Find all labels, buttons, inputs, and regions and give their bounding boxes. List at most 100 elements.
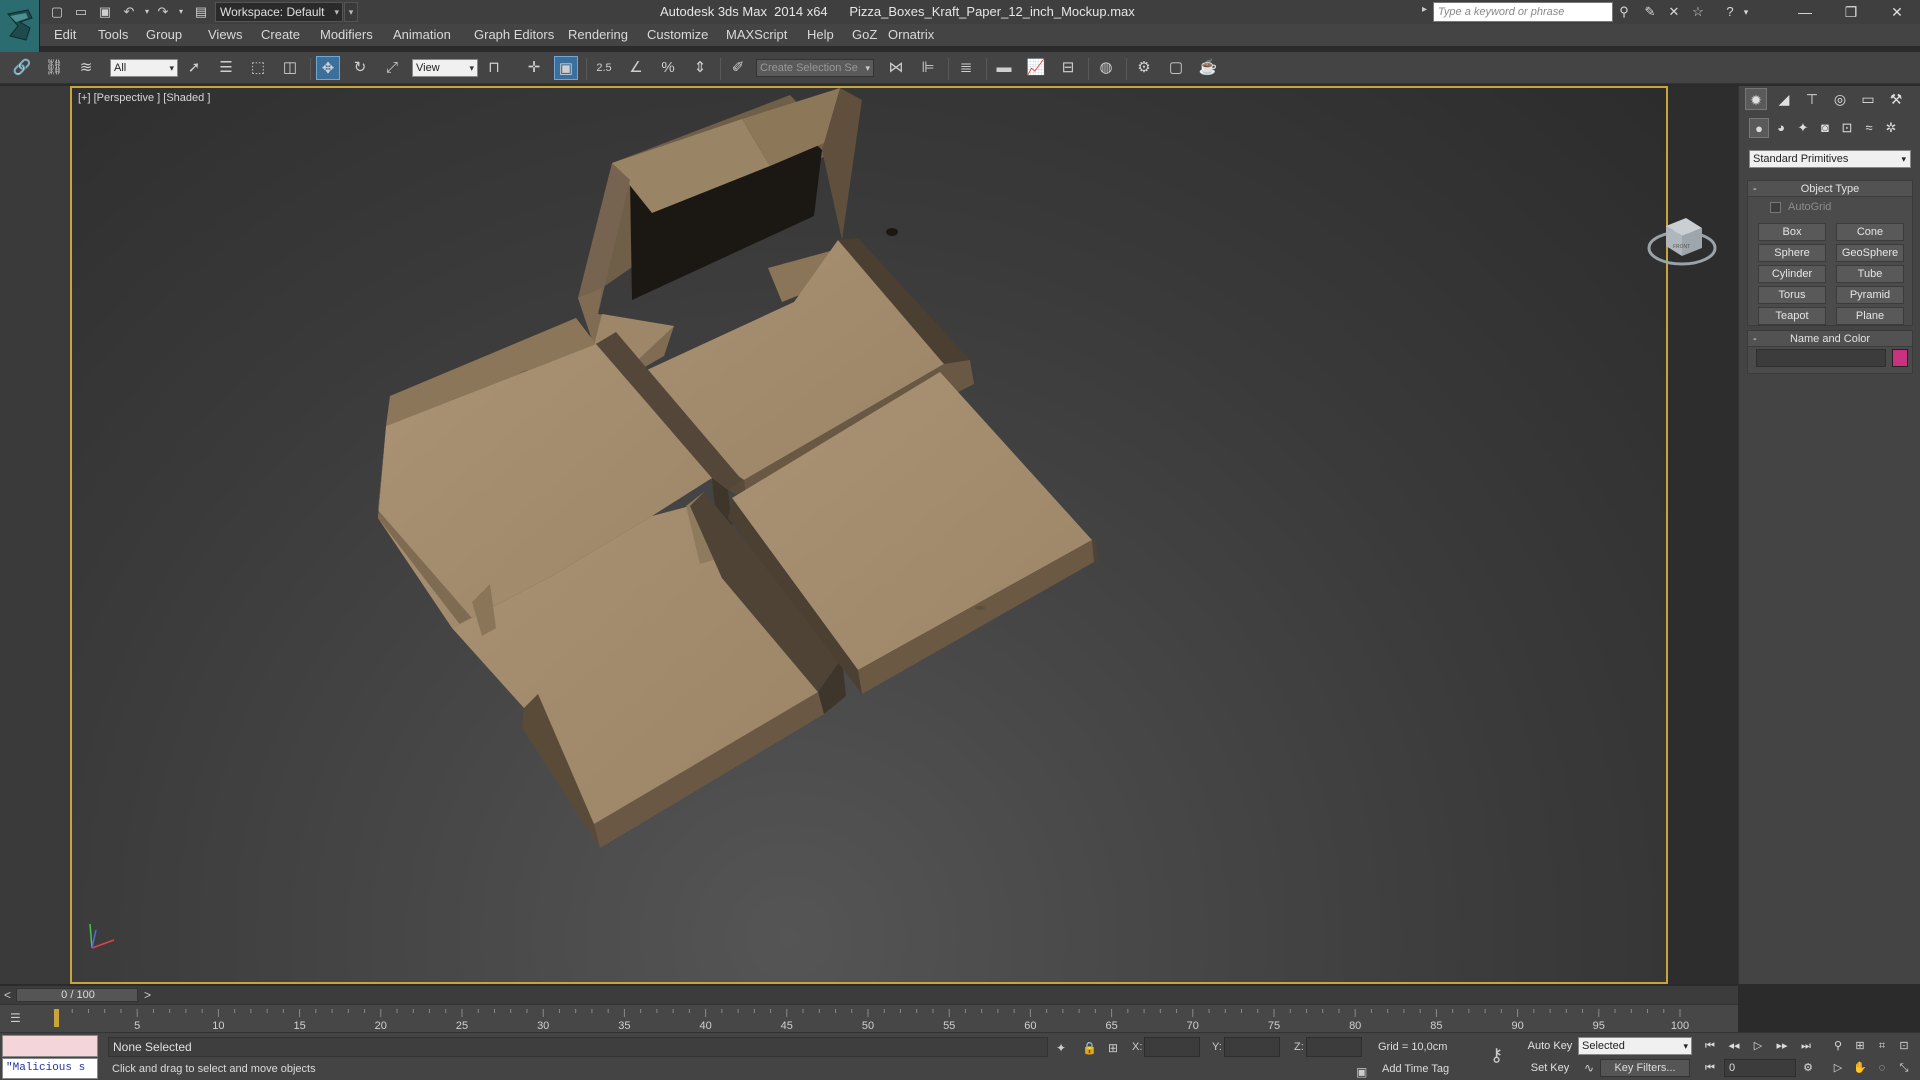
select-by-name-icon[interactable]: ☰ [214, 56, 238, 80]
display-tab-icon[interactable]: ▭ [1857, 88, 1879, 110]
undo-icon[interactable]: ↶ [120, 3, 138, 21]
zoom-extents-icon[interactable]: ⌗ [1872, 1037, 1892, 1055]
shapes-icon[interactable]: ◕ [1771, 118, 1791, 138]
select-manipulate-icon[interactable]: ✛ [522, 56, 546, 80]
y-coordinate-input[interactable] [1224, 1037, 1280, 1057]
render-setup-icon[interactable]: ⚙ [1132, 56, 1156, 80]
z-coordinate-input[interactable] [1306, 1037, 1362, 1057]
open-file-icon[interactable]: ▭ [72, 3, 90, 21]
graphite-toolkit-icon[interactable]: ▬ [992, 56, 1016, 80]
search-expand-icon[interactable]: ▸ [1422, 4, 1427, 15]
reference-coordinate-dropdown[interactable]: View ▾ [412, 59, 478, 77]
motion-tab-icon[interactable]: ◎ [1829, 88, 1851, 110]
key-filters-button[interactable]: Key Filters... [1600, 1059, 1690, 1077]
schematic-view-icon[interactable]: ⊟ [1056, 56, 1080, 80]
object-type-rollout-header[interactable]: - Object Type [1748, 181, 1912, 197]
hierarchy-tab-icon[interactable]: ⊤ [1801, 88, 1823, 110]
render-production-icon[interactable]: ☕ [1196, 56, 1220, 80]
spinner-snap-icon[interactable]: ⇕ [688, 56, 712, 80]
menu-ornatrix[interactable]: Ornatrix [888, 27, 934, 42]
menu-graph-editors[interactable]: Graph Editors [474, 27, 554, 42]
plane-button[interactable]: Plane [1836, 307, 1904, 325]
object-name-input[interactable] [1756, 349, 1886, 367]
perspective-viewport[interactable]: [+] [Perspective ] [Shaded ] [70, 86, 1668, 984]
select-and-link-icon[interactable]: 🔗 [10, 56, 34, 80]
select-and-scale-icon[interactable]: ⤢ [380, 56, 404, 80]
sphere-button[interactable]: Sphere [1758, 244, 1826, 262]
restore-button[interactable]: ❐ [1828, 0, 1874, 24]
unlink-selection-icon[interactable]: ⛓ [42, 56, 66, 80]
track-bar[interactable]: ☰ 5 10 15 20 25 30 35 40 45 50 55 60 65 70 75 80 85 90 95 1… [0, 1004, 1738, 1032]
adaptive-degradation-icon[interactable]: ▣ [1356, 1065, 1367, 1079]
create-tab-icon[interactable]: ✹ [1745, 88, 1767, 110]
lights-icon[interactable]: ✦ [1793, 118, 1813, 138]
modify-tab-icon[interactable]: ◢ [1773, 88, 1795, 110]
menu-group[interactable]: Group [146, 27, 182, 42]
primitive-category-dropdown[interactable]: Standard Primitives ▾ [1749, 150, 1911, 168]
menu-help[interactable]: Help [807, 27, 834, 42]
redo-icon[interactable]: ↷ [154, 3, 172, 21]
selection-lock-icon[interactable]: 🔒 [1082, 1041, 1097, 1055]
zoom-extents-all-icon[interactable]: ⊡ [1894, 1037, 1914, 1055]
bind-to-space-warp-icon[interactable]: ≋ [74, 56, 98, 80]
search-input[interactable]: Type a keyword or phrase [1433, 2, 1613, 22]
next-frame-icon[interactable]: ▸▸ [1772, 1037, 1792, 1055]
app-menu-button[interactable] [0, 0, 40, 52]
edit-named-selection-icon[interactable]: ✐ [726, 56, 750, 80]
go-to-end-icon[interactable]: ⏭ [1796, 1037, 1816, 1055]
go-to-start-icon[interactable]: ⏮ [1700, 1037, 1720, 1055]
absolute-mode-icon[interactable]: ⊞ [1108, 1041, 1118, 1055]
menu-goz[interactable]: GoZ [852, 27, 877, 42]
menu-tools[interactable]: Tools [98, 27, 128, 42]
quick-access-customize-button[interactable]: ▾ [344, 2, 358, 22]
maxscript-listener-input[interactable]: "Malicious s [2, 1058, 98, 1079]
menu-maxscript[interactable]: MAXScript [726, 27, 787, 42]
project-folder-icon[interactable]: ▤ [192, 3, 210, 21]
previous-frame-icon[interactable]: ◂◂ [1724, 1037, 1744, 1055]
zoom-icon[interactable]: ⚲ [1828, 1037, 1848, 1055]
teapot-button[interactable]: Teapot [1758, 307, 1826, 325]
workspace-dropdown[interactable]: Workspace: Default ▾ [215, 2, 343, 22]
menu-edit[interactable]: Edit [54, 27, 76, 42]
select-and-move-icon[interactable]: ✥ [316, 56, 340, 80]
menu-create[interactable]: Create [261, 27, 300, 42]
maximize-viewport-icon[interactable]: ⤡ [1894, 1059, 1914, 1077]
help-dropdown-icon[interactable]: ▾ [1736, 3, 1756, 21]
angle-snap-icon[interactable]: ∠ [624, 56, 648, 80]
geosphere-button[interactable]: GeoSphere [1836, 244, 1904, 262]
key-mode-dropdown[interactable]: Selected ▾ [1578, 1037, 1692, 1055]
isolate-selection-icon[interactable]: ✦ [1056, 1041, 1066, 1055]
auto-key-button[interactable]: Auto Key [1526, 1037, 1574, 1055]
percent-snap-icon[interactable]: % [656, 56, 680, 80]
slider-next-icon[interactable]: > [144, 988, 151, 1002]
menu-modifiers[interactable]: Modifiers [320, 27, 373, 42]
close-button[interactable]: ✕ [1874, 0, 1920, 24]
play-icon[interactable]: ▷ [1748, 1037, 1768, 1055]
select-object-icon[interactable]: ➚ [182, 56, 206, 80]
add-time-tag-button[interactable]: Add Time Tag [1382, 1063, 1449, 1075]
material-editor-icon[interactable]: ◍ [1094, 56, 1118, 80]
time-configuration-icon[interactable]: ⚙ [1798, 1059, 1818, 1077]
pan-view-icon[interactable]: ✋ [1850, 1059, 1870, 1077]
time-slider-thumb[interactable]: 0 / 100 [16, 988, 138, 1002]
autogrid-checkbox[interactable] [1770, 202, 1781, 213]
layer-manager-icon[interactable]: ≣ [954, 56, 978, 80]
subscription-icon[interactable]: ✎ [1640, 3, 1660, 21]
rectangular-selection-icon[interactable]: ⬚ [246, 56, 270, 80]
name-and-color-rollout-header[interactable]: - Name and Color [1748, 331, 1912, 347]
binoculars-icon[interactable]: ⚲ [1614, 3, 1634, 21]
select-and-rotate-icon[interactable]: ↻ [348, 56, 372, 80]
key-mode-toggle-icon[interactable]: ⏮ [1700, 1059, 1720, 1077]
new-file-icon[interactable]: ▢ [48, 3, 66, 21]
slider-prev-icon[interactable]: < [4, 988, 11, 1002]
set-key-button[interactable]: Set Key [1526, 1059, 1574, 1077]
pivot-center-icon[interactable]: ⊓ [482, 56, 506, 80]
set-key-mode-key-icon[interactable]: ⚷ [1490, 1045, 1503, 1066]
systems-icon[interactable]: ✲ [1881, 118, 1901, 138]
mirror-icon[interactable]: ⋈ [884, 56, 908, 80]
menu-rendering[interactable]: Rendering [568, 27, 628, 42]
cone-button[interactable]: Cone [1836, 223, 1904, 241]
keyboard-shortcut-override-icon[interactable]: ▣ [554, 56, 578, 80]
selection-filter-dropdown[interactable]: All ▾ [110, 59, 178, 77]
favorites-star-icon[interactable]: ☆ [1688, 3, 1708, 21]
